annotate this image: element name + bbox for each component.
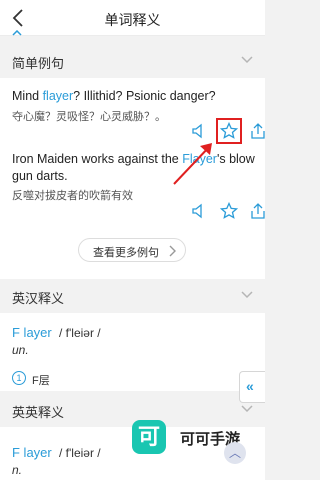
definition-card-en-cn: F layer / f'leiər / un. 1 F层 (0, 313, 265, 391)
definition-word: F layer (12, 445, 52, 460)
partial-icon (12, 30, 22, 36)
annotation-arrow-icon (173, 143, 212, 185)
definition-word: F layer (12, 325, 52, 340)
watermark-logo: 可 (132, 420, 166, 454)
chevron-down-icon[interactable] (241, 291, 253, 299)
examples-card: Mind flayer? Illithid? Psionic danger? 夺… (0, 78, 265, 280)
example-actions (190, 201, 268, 221)
more-examples-label: 查看更多例句 (93, 247, 159, 259)
phonetic: / f'leiər / (59, 446, 101, 460)
favorite-star-icon[interactable] (216, 118, 242, 144)
share-icon[interactable] (248, 121, 268, 141)
double-chevron-left-icon: « (246, 378, 254, 394)
definition-index: 1 (12, 371, 26, 385)
definition-text: F层 (32, 375, 50, 387)
watermark: 可 可可手游 ︿ (132, 420, 262, 470)
chevron-right-icon (169, 245, 176, 257)
speaker-icon[interactable] (190, 201, 210, 221)
example-sentence-en: Iron Maiden works against the Flayer's b… (12, 152, 255, 183)
example-sentence-zh: 反噬对拔皮者的吹箭有效 (12, 190, 133, 202)
example-sentence-zh: 夺心魔？灵吸怪？心灵威胁？。 (12, 111, 166, 123)
chevron-down-icon[interactable] (241, 56, 253, 64)
chevron-down-icon[interactable] (241, 405, 253, 413)
side-collapse-tab[interactable]: « (239, 371, 265, 403)
favorite-star-icon[interactable] (216, 201, 242, 221)
phonetic: / f'leiər / (59, 326, 101, 340)
top-bar: 单词释义 (0, 0, 265, 36)
section-title: 英汉释义 (12, 291, 65, 306)
page-title: 单词释义 (104, 12, 161, 28)
more-examples-button[interactable]: 查看更多例句 (78, 238, 186, 262)
part-of-speech: un. (12, 343, 29, 357)
section-header-en-cn[interactable]: 英汉释义 (0, 279, 265, 313)
section-title: 英英释义 (12, 405, 65, 420)
section-header-examples[interactable]: 简单例句 (0, 44, 265, 78)
scroll-up-icon[interactable]: ︿ (224, 442, 246, 464)
highlighted-word: flayer (42, 89, 74, 103)
share-icon[interactable] (248, 201, 268, 221)
part-of-speech: n. (12, 463, 23, 477)
section-title: 简单例句 (12, 56, 65, 71)
example-sentence-en: Mind flayer? Illithid? Psionic danger? (12, 89, 216, 103)
